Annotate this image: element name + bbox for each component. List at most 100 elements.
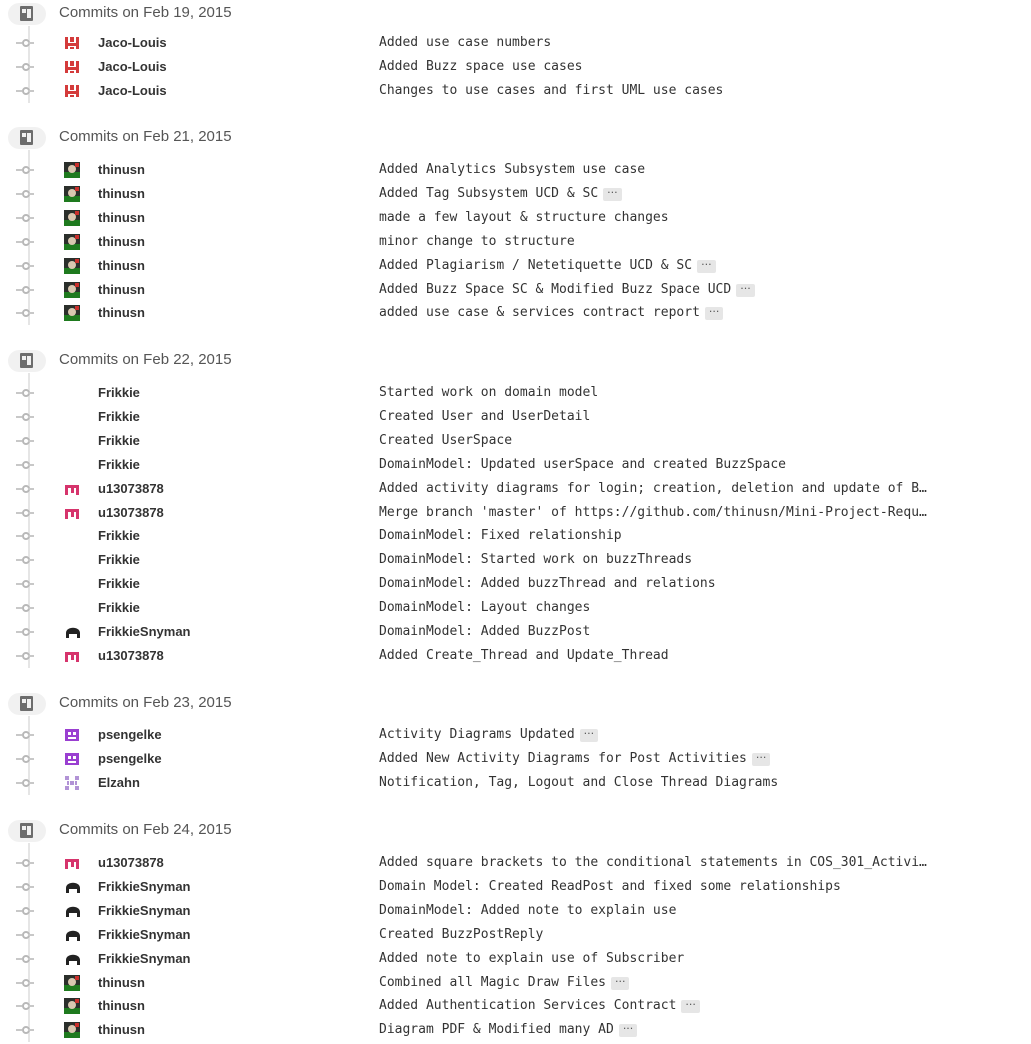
thinusn-avatar-icon[interactable] (64, 1022, 80, 1039)
commit-message-link[interactable]: Added Tag Subsystem UCD & SC ··· (379, 186, 622, 201)
commit-row[interactable]: thinusn Diagram PDF & Modified many AD ··· (0, 1018, 1031, 1042)
commit-message-link[interactable]: Added square brackets to the conditional… (379, 855, 927, 870)
commit-message-text[interactable]: Added use case numbers (379, 35, 551, 50)
commit-message-link[interactable]: made a few layout & structure changes (379, 210, 669, 225)
commit-message-link[interactable]: DomainModel: Fixed relationship (379, 528, 622, 543)
commit-author-link[interactable]: Frikkie (98, 385, 140, 400)
frikkiesnyman-avatar-icon[interactable] (64, 926, 80, 943)
commit-row[interactable]: u13073878 Added Create_Thread and Update_… (0, 644, 1031, 668)
commit-author-link[interactable]: thinusn (98, 210, 145, 225)
commit-message-text[interactable]: Combined all Magic Draw Files (379, 975, 606, 990)
thinusn-avatar-icon[interactable] (64, 233, 80, 250)
expand-message-button[interactable]: ··· (704, 306, 724, 321)
commit-message-link[interactable]: Created User and UserDetail (379, 409, 590, 424)
commit-author-link[interactable]: thinusn (98, 305, 145, 320)
commit-message-text[interactable]: Added note to explain use of Subscriber (379, 951, 684, 966)
commit-row[interactable]: thinusn Added Buzz Space SC & Modified Bu… (0, 278, 1031, 302)
commit-row[interactable]: FrikkieSnyman Created BuzzPostReply (0, 923, 1031, 947)
commit-row[interactable]: thinusn added use case & services contrac… (0, 301, 1031, 325)
commit-row[interactable]: Frikkie DomainModel: Started work on buzz… (0, 548, 1031, 572)
commit-message-link[interactable]: Activity Diagrams Updated ··· (379, 727, 599, 742)
expand-message-button[interactable]: ··· (681, 999, 700, 1014)
jaco-avatar-icon[interactable] (64, 35, 80, 51)
commit-message-text[interactable]: Started work on domain model (379, 385, 598, 400)
commit-author-link[interactable]: u13073878 (98, 481, 164, 496)
commit-message-text[interactable]: Diagram PDF & Modified many AD (379, 1022, 614, 1037)
commit-message-text[interactable]: DomainModel: Layout changes (379, 600, 590, 615)
commit-message-text[interactable]: DomainModel: Started work on buzzThreads (379, 552, 692, 567)
frikkiesnyman-avatar-icon[interactable] (64, 902, 80, 919)
commit-author-link[interactable]: FrikkieSnyman (98, 903, 191, 918)
commit-row[interactable]: thinusn Added Authentication Services Con… (0, 994, 1031, 1018)
commit-message-link[interactable]: Added Analytics Subsystem use case (379, 162, 645, 177)
commit-message-text[interactable]: made a few layout & structure changes (379, 210, 669, 225)
commit-author-link[interactable]: thinusn (98, 162, 145, 177)
frikkiesnyman-avatar-icon[interactable] (64, 950, 80, 967)
expand-message-button[interactable]: ··· (603, 187, 622, 201)
commit-message-text[interactable]: Created User and UserDetail (379, 409, 590, 424)
commit-message-link[interactable]: Added Plagiarism / Netetiquette UCD & SC… (379, 258, 716, 273)
commit-message-text[interactable]: Added square brackets to the conditional… (379, 855, 927, 870)
commit-message-text[interactable]: Added Buzz Space SC & Modified Buzz Spac… (379, 282, 731, 297)
commit-message-text[interactable]: Activity Diagrams Updated (379, 727, 575, 742)
commit-message-text[interactable]: Created BuzzPostReply (379, 927, 543, 942)
commit-message-text[interactable]: Added Tag Subsystem UCD & SC (379, 186, 598, 201)
commit-message-link[interactable]: Changes to use cases and first UML use c… (379, 83, 723, 98)
commit-row[interactable]: u13073878 Added activity diagrams for log… (0, 477, 1031, 501)
commit-author-link[interactable]: thinusn (98, 258, 145, 273)
commit-author-link[interactable]: Jaco-Louis (98, 59, 167, 74)
commit-author-link[interactable]: Frikkie (98, 409, 140, 424)
commit-message-text[interactable]: DomainModel: Added BuzzPost (379, 624, 590, 639)
commit-message-link[interactable]: minor change to structure (379, 234, 575, 249)
commit-message-link[interactable]: DomainModel: Layout changes (379, 600, 590, 615)
commit-message-text[interactable]: DomainModel: Added buzzThread and relati… (379, 576, 716, 591)
jaco-avatar-icon[interactable] (64, 82, 80, 99)
commit-author-link[interactable]: FrikkieSnyman (98, 951, 191, 966)
thinusn-avatar-icon[interactable] (64, 185, 80, 202)
commit-message-link[interactable]: DomainModel: Added BuzzPost (379, 624, 590, 639)
thinusn-avatar-icon[interactable] (64, 162, 80, 178)
expand-message-button[interactable]: ··· (610, 976, 630, 990)
commit-message-link[interactable]: Merge branch 'master' of https://github.… (379, 505, 927, 520)
commit-message-link[interactable]: Created UserSpace (379, 433, 512, 448)
expand-message-button[interactable]: ··· (618, 1023, 638, 1038)
expand-message-button[interactable]: ··· (736, 283, 755, 297)
commit-message-text[interactable]: Notification, Tag, Logout and Close Thre… (379, 775, 778, 790)
commit-message-link[interactable]: Domain Model: Created ReadPost and fixed… (379, 879, 841, 894)
commit-message-link[interactable]: Added Create_Thread and Update_Thread (379, 648, 669, 663)
commit-row[interactable]: FrikkieSnyman Added note to explain use o… (0, 947, 1031, 971)
commit-author-link[interactable]: thinusn (98, 186, 145, 201)
commit-message-text[interactable]: Domain Model: Created ReadPost and fixed… (379, 879, 841, 894)
commit-message-link[interactable]: DomainModel: Added buzzThread and relati… (379, 576, 716, 591)
commit-message-text[interactable]: Added Analytics Subsystem use case (379, 162, 645, 177)
commit-author-link[interactable]: thinusn (98, 1022, 145, 1037)
commit-message-text[interactable]: Added Create_Thread and Update_Thread (379, 648, 669, 663)
commit-author-link[interactable]: thinusn (98, 998, 145, 1013)
commit-message-text[interactable]: Added New Activity Diagrams for Post Act… (379, 751, 747, 766)
commit-author-link[interactable]: u13073878 (98, 648, 164, 663)
commit-row[interactable]: psengelke Activity Diagrams Updated ··· (0, 723, 1031, 747)
thinusn-avatar-icon[interactable] (64, 974, 80, 991)
commit-row[interactable]: FrikkieSnyman DomainModel: Added note to … (0, 899, 1031, 923)
commit-message-text[interactable]: Merge branch 'master' of https://github.… (379, 505, 927, 520)
commit-row[interactable]: FrikkieSnyman DomainModel: Added BuzzPost (0, 620, 1031, 644)
commit-row[interactable]: thinusn Added Analytics Subsystem use cas… (0, 158, 1031, 182)
commit-message-link[interactable]: Added activity diagrams for login; creat… (379, 481, 927, 496)
commit-message-link[interactable]: Notification, Tag, Logout and Close Thre… (379, 775, 778, 790)
commit-author-link[interactable]: FrikkieSnyman (98, 624, 191, 639)
commit-row[interactable]: Frikkie Created User and UserDetail (0, 405, 1031, 429)
commit-author-link[interactable]: psengelke (98, 751, 162, 766)
psengelke-avatar-icon[interactable] (64, 727, 80, 743)
u13073878-avatar-icon[interactable] (64, 504, 80, 521)
thinusn-avatar-icon[interactable] (64, 281, 80, 298)
u13073878-avatar-icon[interactable] (64, 647, 80, 664)
commit-message-text[interactable]: Added activity diagrams for login; creat… (379, 481, 927, 496)
commit-row[interactable]: Frikkie DomainModel: Fixed relationship (0, 524, 1031, 548)
commit-row[interactable]: thinusn Combined all Magic Draw Files ··· (0, 971, 1031, 995)
commit-row[interactable]: u13073878 Added square brackets to the co… (0, 851, 1031, 875)
thinusn-avatar-icon[interactable] (64, 305, 80, 322)
commit-message-link[interactable]: added use case & services contract repor… (379, 305, 724, 321)
commit-message-link[interactable]: Started work on domain model (379, 385, 598, 400)
commit-row[interactable]: thinusn Added Plagiarism / Netetiquette U… (0, 254, 1031, 278)
commit-message-link[interactable]: Added Buzz Space SC & Modified Buzz Spac… (379, 282, 755, 297)
